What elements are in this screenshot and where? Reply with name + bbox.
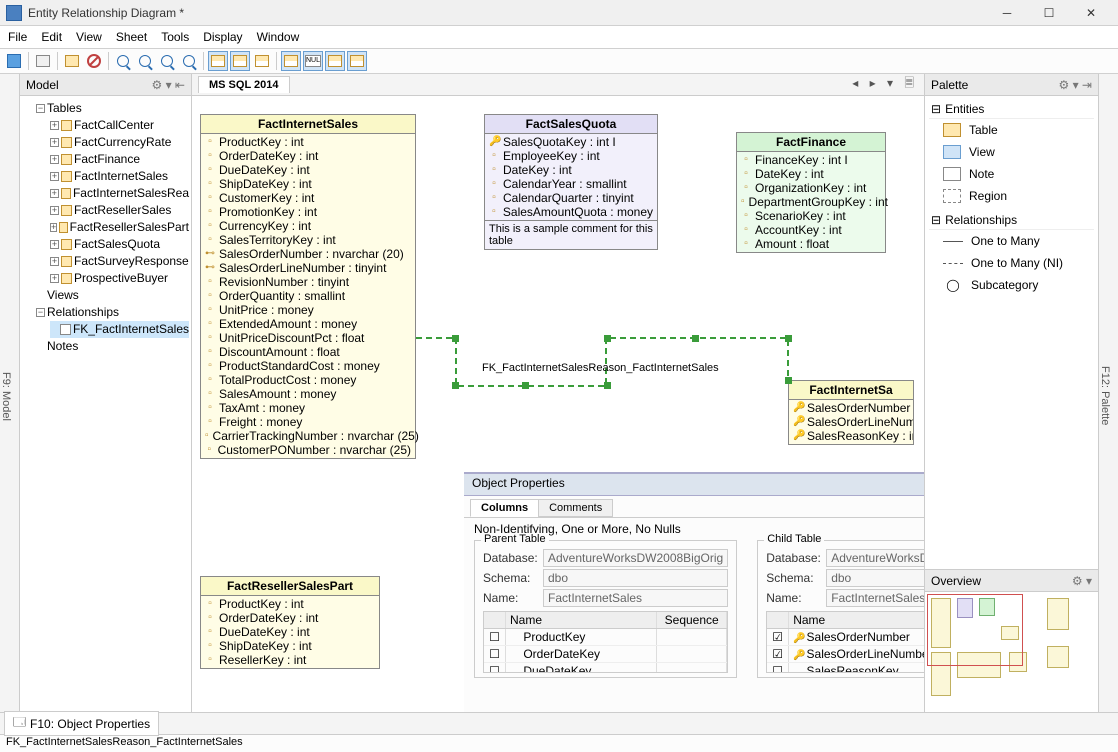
zoom-fit-button[interactable] [113, 51, 133, 71]
status-bar: FK_FactInternetSalesReason_FactInternetS… [0, 734, 1118, 752]
palette-panel: Palette ⚙ ▾ ⇥ ⊟Entities Table View Note … [924, 74, 1098, 712]
menu-view[interactable]: View [76, 30, 102, 44]
entity-factinternetsales[interactable]: FactInternetSales ▫ProductKey : int▫Orde… [200, 114, 416, 459]
toolbar: NUL [0, 48, 1118, 74]
zoom-region-button[interactable] [179, 51, 199, 71]
child-columns-table[interactable]: NameSequence ☑🔑 SalesOrderNumber1☑🔑 Sale… [766, 611, 924, 673]
tree-table-item[interactable]: + FactSurveyResponse [50, 253, 189, 270]
app-icon [6, 5, 22, 21]
sheet-nav[interactable]: ◂ ▸ ▾ 🗏 [852, 74, 918, 95]
palette-view[interactable]: View [929, 141, 1094, 163]
model-gear-icon[interactable]: ⚙ ▾ ⇤ [151, 78, 185, 92]
child-db[interactable]: AdventureWorksDW2008BigOrig [826, 549, 924, 567]
window-title: Entity Relationship Diagram * [28, 6, 986, 20]
menu-bar: File Edit View Sheet Tools Display Windo… [0, 26, 1118, 48]
tree-table-item[interactable]: + FactResellerSalesPart [50, 219, 189, 236]
tree-rel-item[interactable]: FK_FactInternetSales [50, 321, 189, 338]
diagram-canvas[interactable]: FactInternetSales ▫ProductKey : int▫Orde… [192, 96, 924, 712]
sheet-tab[interactable]: MS SQL 2014 [198, 76, 290, 93]
tree-table-item[interactable]: + FactInternetSalesRea [50, 185, 189, 202]
title-bar: Entity Relationship Diagram * ─ ☐ ✕ [0, 0, 1118, 26]
view-mode1-button[interactable] [208, 51, 228, 71]
view-mode3-button[interactable] [252, 51, 272, 71]
parent-columns-table[interactable]: NameSequence ☐ ProductKey☐ OrderDateKey☐… [483, 611, 728, 673]
tree-table-item[interactable]: + FactFinance [50, 151, 189, 168]
palette-region[interactable]: Region [929, 185, 1094, 207]
tab-columns[interactable]: Columns [470, 499, 539, 517]
maximize-button[interactable]: ☐ [1028, 0, 1070, 26]
zoom-out-button[interactable] [157, 51, 177, 71]
overview-gear-icon[interactable]: ⚙ ▾ [1072, 574, 1092, 588]
deny-button[interactable] [84, 51, 104, 71]
entity-factinternetsalesreason[interactable]: FactInternetSa 🔑SalesOrderNumber :🔑Sales… [788, 380, 914, 445]
palette-subcategory[interactable]: ◯Subcategory [929, 274, 1094, 296]
save-button[interactable] [4, 51, 24, 71]
left-sidebar-tab[interactable]: F9: Model [0, 74, 20, 712]
child-schema[interactable]: dbo [826, 569, 924, 587]
show-nul-button[interactable]: NUL [303, 51, 323, 71]
menu-window[interactable]: Window [257, 30, 300, 44]
tab-comments[interactable]: Comments [538, 499, 613, 517]
palette-title: Palette [931, 78, 968, 92]
parent-db[interactable]: AdventureWorksDW2008BigOrig [543, 549, 728, 567]
zoom-in-button[interactable] [135, 51, 155, 71]
show-keys-button[interactable] [325, 51, 345, 71]
close-button[interactable]: ✕ [1070, 0, 1112, 26]
object-properties-title: Object Properties [464, 474, 924, 496]
parent-schema[interactable]: dbo [543, 569, 728, 587]
object-properties-panel: Object Properties Columns Comments Non-I… [464, 472, 924, 712]
entity-factresellersalespart[interactable]: FactResellerSalesPart ▫ProductKey : int▫… [200, 576, 380, 669]
tree-table-item[interactable]: + FactInternetSales [50, 168, 189, 185]
palette-one-to-many[interactable]: One to Many [929, 230, 1094, 252]
palette-gear-icon[interactable]: ⚙ ▾ ⇥ [1058, 78, 1092, 92]
entity-factfinance[interactable]: FactFinance ▫FinanceKey : int I▫DateKey … [736, 132, 886, 253]
child-name[interactable]: FactInternetSalesReason [826, 589, 924, 607]
view-mode2-button[interactable] [230, 51, 250, 71]
tree-views: Views [36, 287, 189, 304]
parent-name[interactable]: FactInternetSales [543, 589, 728, 607]
model-panel: Model ⚙ ▾ ⇤ − Tables + FactCallCenter+ F… [20, 74, 192, 712]
tree-table-item[interactable]: + FactSalesQuota [50, 236, 189, 253]
overview-title: Overview [931, 574, 981, 588]
show-rels-button[interactable] [347, 51, 367, 71]
show-grid-button[interactable] [281, 51, 301, 71]
tree-table-item[interactable]: + FactCurrencyRate [50, 134, 189, 151]
layout-button[interactable] [62, 51, 82, 71]
right-sidebar-tab[interactable]: F12: Palette [1098, 74, 1118, 712]
entity-factsalesquota[interactable]: FactSalesQuota 🔑SalesQuotaKey : int I▫Em… [484, 114, 658, 250]
menu-sheet[interactable]: Sheet [116, 30, 147, 44]
palette-one-to-many-ni[interactable]: One to Many (NI) [929, 252, 1094, 274]
model-tree[interactable]: − Tables + FactCallCenter+ FactCurrencyR… [20, 96, 191, 712]
bottom-tabs: 🗔F10: Object Properties [0, 712, 1118, 734]
tree-table-item[interactable]: + FactCallCenter [50, 117, 189, 134]
tree-table-item[interactable]: + ProspectiveBuyer [50, 270, 189, 287]
tree-tables: − Tables [36, 100, 189, 117]
minimize-button[interactable]: ─ [986, 0, 1028, 26]
model-panel-title: Model [26, 78, 59, 92]
menu-display[interactable]: Display [203, 30, 242, 44]
tree-notes: Notes [36, 338, 189, 355]
menu-edit[interactable]: Edit [41, 30, 62, 44]
tree-relationships: − Relationships [36, 304, 189, 321]
tree-table-item[interactable]: + FactResellerSales [50, 202, 189, 219]
bottom-tab-obj-props[interactable]: 🗔F10: Object Properties [4, 711, 159, 736]
palette-table[interactable]: Table [929, 119, 1094, 141]
menu-file[interactable]: File [8, 30, 27, 44]
relationship-label[interactable]: FK_FactInternetSalesReason_FactInternetS… [482, 362, 719, 374]
palette-note[interactable]: Note [929, 163, 1094, 185]
overview-canvas[interactable] [925, 592, 1098, 712]
menu-tools[interactable]: Tools [161, 30, 189, 44]
print-button[interactable] [33, 51, 53, 71]
